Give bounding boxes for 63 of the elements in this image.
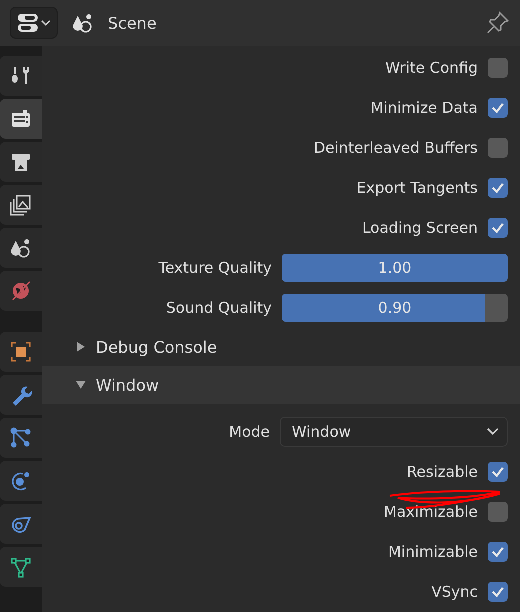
triangle-right-icon [76, 342, 86, 352]
check-icon [491, 182, 505, 194]
pin-icon[interactable] [486, 11, 510, 35]
chevron-down-icon [487, 428, 499, 436]
camera-icon [10, 108, 32, 130]
check-icon [491, 546, 505, 558]
checkbox[interactable] [488, 218, 508, 238]
square-icon [10, 341, 32, 363]
triangle-down-icon [76, 380, 86, 390]
slider-label: Texture Quality [158, 259, 272, 277]
option-label: Minimize Data [370, 99, 478, 117]
check-icon [491, 222, 505, 234]
drop-circle-icon [72, 12, 94, 34]
option-label: Deinterleaved Buffers [314, 139, 478, 157]
checkbox[interactable] [488, 502, 508, 522]
properties-tab[interactable] [0, 332, 42, 372]
checkbox[interactable] [488, 98, 508, 118]
properties-tab[interactable] [0, 547, 42, 587]
properties-tab[interactable] [0, 375, 42, 415]
drop-circle-icon [10, 237, 32, 259]
option-label: Maximizable [384, 503, 478, 521]
orbit-icon [10, 470, 32, 492]
slider-value: 1.00 [378, 259, 412, 277]
option-label: Loading Screen [362, 219, 478, 237]
option-label: Export Tangents [356, 179, 478, 197]
properties-tab[interactable] [0, 56, 42, 96]
section-header[interactable]: Debug Console [42, 328, 520, 366]
printer-icon [10, 151, 32, 173]
check-icon [491, 466, 505, 478]
editor-type-button[interactable] [10, 7, 58, 39]
properties-tab[interactable] [0, 185, 42, 225]
checkbox[interactable] [488, 138, 508, 158]
properties-tab[interactable] [0, 504, 42, 544]
properties-tab[interactable] [0, 418, 42, 458]
slider-label: Sound Quality [165, 299, 272, 317]
checkbox[interactable] [488, 462, 508, 482]
section-header[interactable]: Window [42, 366, 520, 404]
triangle-mesh-icon [10, 556, 32, 578]
properties-tab[interactable] [0, 142, 42, 182]
image-stack-icon [10, 194, 32, 216]
mode-dropdown[interactable]: Window [280, 417, 508, 447]
checkbox[interactable] [488, 582, 508, 602]
option-label: Resizable [407, 463, 478, 481]
nodes-icon [10, 427, 32, 449]
tool-icon [10, 65, 32, 87]
option-label: VSync [432, 583, 478, 601]
chevron-down-icon [41, 20, 51, 26]
check-icon [491, 586, 505, 598]
check-icon [491, 102, 505, 114]
slider-value: 0.90 [378, 299, 412, 317]
checkbox[interactable] [488, 58, 508, 78]
properties-tab[interactable] [0, 228, 42, 268]
option-label: Write Config [386, 59, 478, 77]
slider[interactable]: 1.00 [282, 254, 508, 282]
toggle-icon [17, 13, 39, 33]
properties-tab[interactable] [0, 99, 42, 139]
dropdown-label: Mode [229, 423, 270, 441]
checkbox[interactable] [488, 178, 508, 198]
slider[interactable]: 0.90 [282, 294, 508, 322]
panel-title: Scene [108, 14, 158, 32]
properties-tab[interactable] [0, 461, 42, 501]
checkbox[interactable] [488, 542, 508, 562]
option-label: Minimizable [388, 543, 478, 561]
